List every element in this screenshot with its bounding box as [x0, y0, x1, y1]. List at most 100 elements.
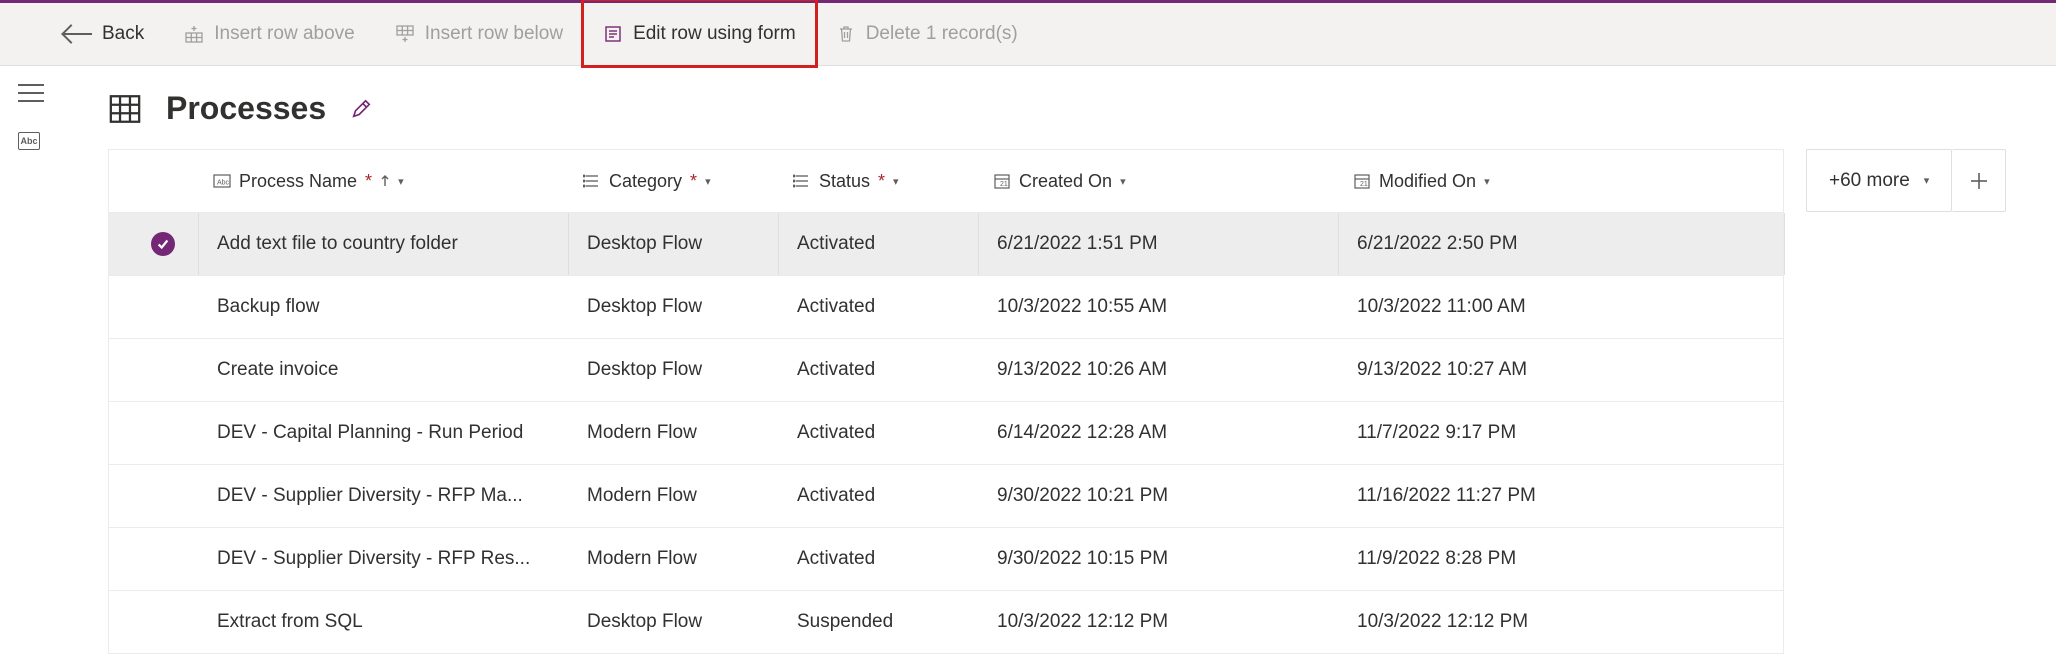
chevron-down-icon: ▾ [1924, 174, 1930, 187]
required-indicator: * [365, 171, 372, 192]
col-header-category-label: Category [609, 171, 682, 192]
table-row[interactable]: DEV - Supplier Diversity - RFP Res...Mod… [109, 528, 1783, 591]
row-selector[interactable] [109, 276, 199, 338]
svg-text:Abc: Abc [217, 180, 230, 187]
insert-below-label: Insert row below [425, 23, 563, 45]
col-header-category[interactable]: Category* ▾ [569, 150, 779, 212]
process-name-cell[interactable]: Extract from SQL [199, 591, 569, 653]
modified-on-cell[interactable]: 11/9/2022 8:28 PM [1339, 528, 1785, 590]
edit-row-form-button[interactable]: Edit row using form [583, 3, 816, 65]
select-all-header[interactable] [109, 150, 199, 212]
table-row[interactable]: DEV - Capital Planning - Run PeriodModer… [109, 402, 1783, 465]
table-row[interactable]: DEV - Supplier Diversity - RFP Ma...Mode… [109, 465, 1783, 528]
modified-on-cell[interactable]: 11/16/2022 11:27 PM [1339, 465, 1785, 527]
row-selector[interactable] [109, 591, 199, 653]
category-cell[interactable]: Modern Flow [569, 528, 779, 590]
back-arrow-icon [64, 33, 92, 35]
menu-button[interactable] [18, 84, 44, 106]
category-cell[interactable]: Modern Flow [569, 465, 779, 527]
status-cell[interactable]: Suspended [779, 591, 979, 653]
edit-title-button[interactable] [350, 98, 372, 120]
modified-on-cell[interactable]: 10/3/2022 12:12 PM [1339, 591, 1785, 653]
row-selector[interactable] [109, 465, 199, 527]
process-name-cell[interactable]: Create invoice [199, 339, 569, 401]
status-cell[interactable]: Activated [779, 465, 979, 527]
calendar-icon: 21 [1353, 172, 1371, 190]
plus-icon [1968, 170, 1990, 192]
col-header-modified-on-label: Modified On [1379, 171, 1476, 192]
insert-row-above-button: Insert row above [164, 3, 374, 65]
modified-on-cell[interactable]: 6/21/2022 2:50 PM [1339, 213, 1785, 275]
text-column-button[interactable]: Abc [18, 132, 44, 154]
modified-on-cell[interactable]: 9/13/2022 10:27 AM [1339, 339, 1785, 401]
back-label: Back [102, 23, 144, 45]
modified-on-cell[interactable]: 11/7/2022 9:17 PM [1339, 402, 1785, 464]
row-selector[interactable] [109, 213, 199, 275]
insert-above-icon [184, 24, 204, 44]
col-header-process-name-label: Process Name [239, 171, 357, 192]
command-bar: Back Insert row above Insert row below E… [0, 3, 2056, 66]
category-cell[interactable]: Modern Flow [569, 402, 779, 464]
status-cell[interactable]: Activated [779, 528, 979, 590]
insert-below-icon [395, 24, 415, 44]
chevron-down-icon: ▾ [1120, 175, 1126, 188]
status-cell[interactable]: Activated [779, 402, 979, 464]
insert-row-below-button: Insert row below [375, 3, 583, 65]
col-header-modified-on[interactable]: 21 Modified On ▾ [1339, 150, 1785, 212]
chevron-down-icon: ▾ [1484, 175, 1490, 188]
category-cell[interactable]: Desktop Flow [569, 213, 779, 275]
table-row[interactable]: Create invoiceDesktop FlowActivated9/13/… [109, 339, 1783, 402]
chevron-down-icon: ▾ [398, 175, 404, 188]
col-header-created-on[interactable]: 21 Created On ▾ [979, 150, 1339, 212]
status-cell[interactable]: Activated [779, 213, 979, 275]
created-on-cell[interactable]: 6/21/2022 1:51 PM [979, 213, 1339, 275]
calendar-icon: 21 [993, 172, 1011, 190]
add-column-button[interactable] [1952, 149, 2006, 212]
table-icon [108, 92, 142, 126]
created-on-cell[interactable]: 10/3/2022 12:12 PM [979, 591, 1339, 653]
grid-header-row: Abc Process Name * ▾ Category* ▾ Status* … [109, 150, 1783, 213]
col-header-process-name[interactable]: Abc Process Name * ▾ [199, 150, 569, 212]
category-cell[interactable]: Desktop Flow [569, 591, 779, 653]
row-selector[interactable] [109, 528, 199, 590]
row-selector[interactable] [109, 402, 199, 464]
table-row[interactable]: Backup flowDesktop FlowActivated10/3/202… [109, 276, 1783, 339]
category-cell[interactable]: Desktop Flow [569, 276, 779, 338]
status-cell[interactable]: Activated [779, 276, 979, 338]
page-title: Processes [166, 90, 326, 127]
category-cell[interactable]: Desktop Flow [569, 339, 779, 401]
trash-icon [836, 24, 856, 44]
table-row[interactable]: Extract from SQLDesktop FlowSuspended10/… [109, 591, 1783, 654]
insert-above-label: Insert row above [214, 23, 354, 45]
created-on-cell[interactable]: 9/13/2022 10:26 AM [979, 339, 1339, 401]
created-on-cell[interactable]: 10/3/2022 10:55 AM [979, 276, 1339, 338]
edit-row-form-label: Edit row using form [633, 23, 796, 45]
process-name-cell[interactable]: DEV - Capital Planning - Run Period [199, 402, 569, 464]
modified-on-cell[interactable]: 10/3/2022 11:00 AM [1339, 276, 1785, 338]
chevron-down-icon: ▾ [705, 175, 711, 188]
back-button[interactable]: Back [44, 3, 164, 65]
svg-text:21: 21 [1000, 181, 1008, 188]
created-on-cell[interactable]: 9/30/2022 10:15 PM [979, 528, 1339, 590]
col-header-status-label: Status [819, 171, 870, 192]
created-on-cell[interactable]: 9/30/2022 10:21 PM [979, 465, 1339, 527]
optionset-icon [793, 172, 811, 190]
process-name-cell[interactable]: DEV - Supplier Diversity - RFP Ma... [199, 465, 569, 527]
hamburger-icon [18, 84, 44, 102]
delete-records-button: Delete 1 record(s) [816, 3, 1038, 65]
row-selector[interactable] [109, 339, 199, 401]
optionset-icon [583, 172, 601, 190]
status-cell[interactable]: Activated [779, 339, 979, 401]
process-name-cell[interactable]: DEV - Supplier Diversity - RFP Res... [199, 528, 569, 590]
process-name-cell[interactable]: Backup flow [199, 276, 569, 338]
table-row[interactable]: Add text file to country folderDesktop F… [109, 213, 1783, 276]
more-columns-button[interactable]: +60 more ▾ [1806, 149, 1952, 212]
process-name-cell[interactable]: Add text file to country folder [199, 213, 569, 275]
abc-icon: Abc [18, 132, 40, 150]
form-icon [603, 24, 623, 44]
created-on-cell[interactable]: 6/14/2022 12:28 AM [979, 402, 1339, 464]
col-header-status[interactable]: Status* ▾ [779, 150, 979, 212]
checkmark-icon [151, 232, 175, 256]
more-columns-label: +60 more [1829, 170, 1910, 192]
sort-asc-icon [380, 175, 390, 187]
